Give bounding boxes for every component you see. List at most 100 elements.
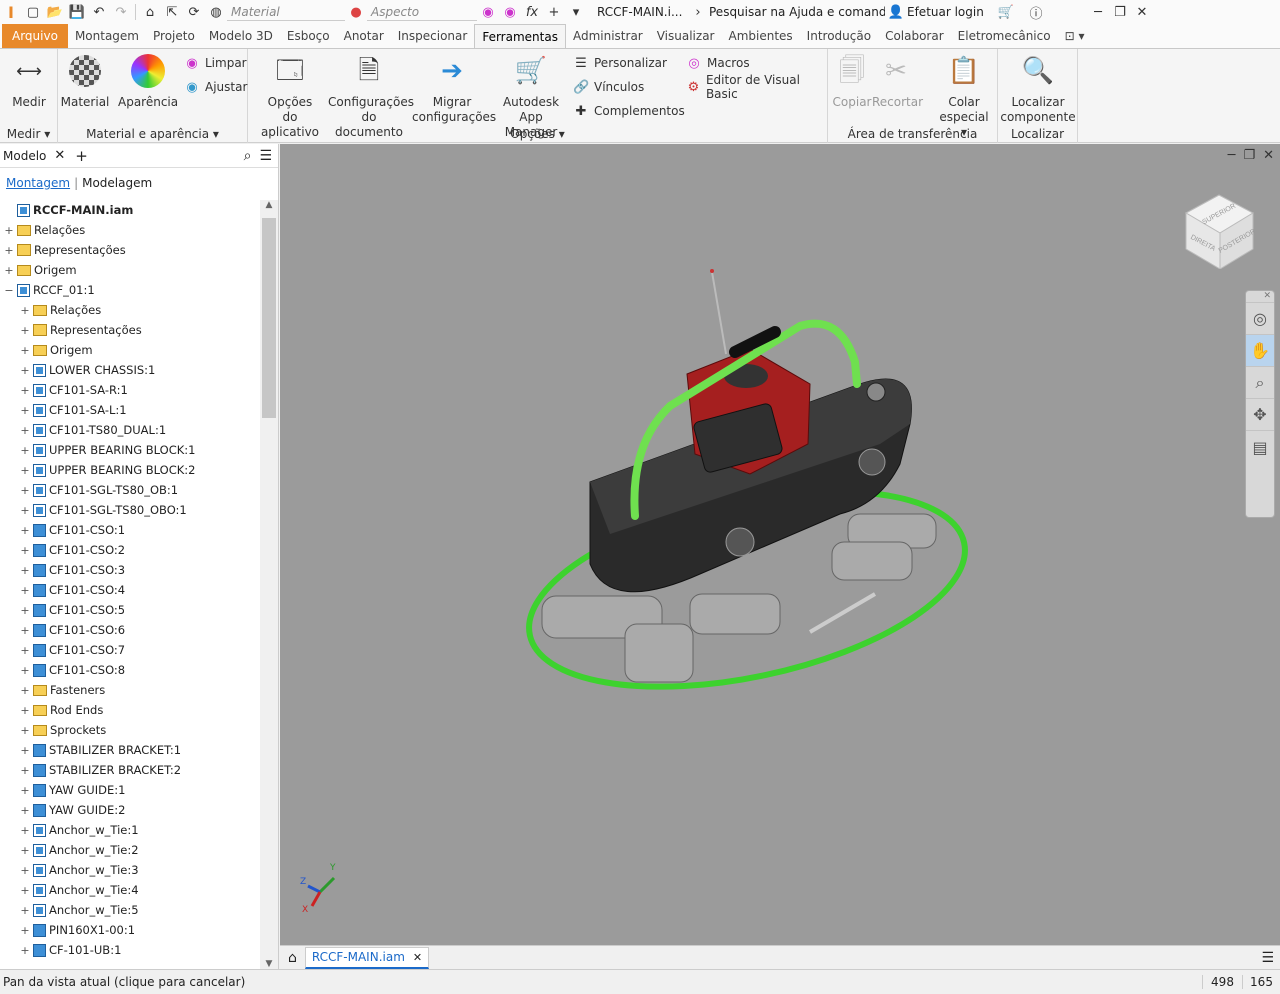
hamburger-icon[interactable]: ☰ [259, 148, 272, 164]
expand-toggle-icon[interactable]: + [20, 844, 30, 857]
qat-menu-icon[interactable]: ▾ [565, 2, 587, 22]
tab-6[interactable]: Inspecionar [391, 24, 475, 48]
cut-button[interactable]: ✂ Recortar [872, 53, 923, 110]
addins-button[interactable]: ✚ Complementos [573, 100, 685, 122]
open-file-icon[interactable]: 📂 [44, 2, 66, 22]
expand-toggle-icon[interactable]: + [20, 564, 30, 577]
expand-toggle-icon[interactable]: + [4, 264, 14, 277]
expand-toggle-icon[interactable]: + [20, 884, 30, 897]
login-link[interactable]: Efetuar login [907, 5, 995, 19]
panel-label-material[interactable]: Material e aparência ▾ [58, 127, 247, 141]
expand-toggle-icon[interactable]: + [20, 324, 30, 337]
clear-appearance-icon[interactable]: ◉ [499, 2, 521, 22]
find-component-button[interactable]: 🔍 Localizar componente [998, 53, 1078, 125]
inventor-logo-icon[interactable]: I [0, 2, 22, 22]
appearance-button[interactable]: Aparência [118, 53, 178, 110]
tab-8[interactable]: Administrar [566, 24, 650, 48]
tree-node[interactable]: + Relações [0, 220, 260, 240]
expand-toggle-icon[interactable]: + [20, 584, 30, 597]
tree-node[interactable]: + YAW GUIDE:1 [0, 780, 260, 800]
expand-toggle-icon[interactable]: + [20, 524, 30, 537]
expand-toggle-icon[interactable]: + [20, 624, 30, 637]
restore-icon[interactable]: ❐ [1109, 2, 1131, 22]
plus-icon[interactable]: + [543, 2, 565, 22]
tree-node[interactable]: + Anchor_w_Tie:5 [0, 900, 260, 920]
ribbon-options-icon[interactable]: ⊡ ▾ [1058, 24, 1092, 48]
undo-icon[interactable]: ↶ [88, 2, 110, 22]
tree-node[interactable]: + CF101-CSO:1 [0, 520, 260, 540]
fx-icon[interactable]: fx [521, 2, 543, 22]
expand-toggle-icon[interactable]: + [20, 304, 30, 317]
expand-toggle-icon[interactable]: + [20, 784, 30, 797]
close-icon[interactable]: ✕ [1131, 2, 1153, 22]
tree-node[interactable]: + YAW GUIDE:2 [0, 800, 260, 820]
appearance-combo[interactable]: Aspecto [367, 3, 477, 21]
material-button[interactable]: Material [60, 53, 110, 110]
search-icon[interactable]: ⌕ [244, 148, 252, 164]
user-icon[interactable]: 👤 [885, 2, 907, 22]
measure-button[interactable]: ⟷ Medir [2, 53, 56, 110]
close-tab-icon[interactable]: ✕ [413, 951, 422, 964]
tree-node[interactable]: + CF101-TS80_DUAL:1 [0, 420, 260, 440]
tree-node[interactable]: + CF101-SGL-TS80_OB:1 [0, 480, 260, 500]
tree-node[interactable]: + CF101-SA-L:1 [0, 400, 260, 420]
tree-node[interactable]: + LOWER CHASSIS:1 [0, 360, 260, 380]
navbar-close-icon[interactable]: ✕ [1246, 291, 1274, 303]
tree-node[interactable]: + Origem [0, 340, 260, 360]
steering-wheel-icon[interactable]: ◎ [1246, 303, 1274, 335]
tree-node[interactable]: + CF-101-UB:1 [0, 940, 260, 960]
tab-1[interactable]: Montagem [68, 24, 146, 48]
expand-toggle-icon[interactable]: + [20, 684, 30, 697]
migrate-settings-button[interactable]: ➔ Migrar configurações [412, 53, 496, 125]
home-icon[interactable]: ⌂ [139, 2, 161, 22]
tree-node[interactable]: + STABILIZER BRACKET:2 [0, 760, 260, 780]
tree-node[interactable]: + UPPER BEARING BLOCK:2 [0, 460, 260, 480]
plus-icon[interactable]: + [75, 147, 88, 165]
tree-node[interactable]: + Representações [0, 240, 260, 260]
new-file-icon[interactable]: ▢ [22, 2, 44, 22]
redo-icon[interactable]: ↷ [110, 2, 132, 22]
tab-menu-icon[interactable]: ☰ [1261, 950, 1274, 966]
material-combo[interactable]: Material [227, 3, 345, 21]
appearance-ball-icon[interactable]: ◍ [205, 2, 227, 22]
expand-toggle-icon[interactable]: + [20, 864, 30, 877]
adjust-button[interactable]: ◉ Ajustar [184, 76, 247, 98]
customize-button[interactable]: ☰ Personalizar [573, 52, 667, 74]
expand-toggle-icon[interactable]: + [20, 544, 30, 557]
tab-10[interactable]: Ambientes [721, 24, 799, 48]
tab-0[interactable]: Arquivo [2, 24, 68, 48]
tree-node[interactable]: + PIN160X1-00:1 [0, 920, 260, 940]
tree-node[interactable]: + STABILIZER BRACKET:1 [0, 740, 260, 760]
expand-toggle-icon[interactable]: + [20, 444, 30, 457]
tree-node[interactable]: + Fasteners [0, 680, 260, 700]
browser-title[interactable]: Modelo [3, 149, 46, 163]
tree-node[interactable]: − RCCF_01:1 [0, 280, 260, 300]
tree-node[interactable]: + CF101-CSO:4 [0, 580, 260, 600]
expand-toggle-icon[interactable]: + [20, 944, 30, 957]
expand-toggle-icon[interactable]: + [20, 504, 30, 517]
expand-toggle-icon[interactable]: + [20, 424, 30, 437]
tab-2[interactable]: Projeto [146, 24, 202, 48]
tree-node[interactable]: + Rod Ends [0, 700, 260, 720]
zoom-window-icon[interactable]: ⌕ [1246, 367, 1274, 399]
expand-toggle-icon[interactable]: + [20, 704, 30, 717]
help-search-input[interactable]: Pesquisar na Ajuda e comandos... [709, 5, 885, 19]
minimize-icon[interactable]: ─ [1087, 2, 1109, 22]
orbit-icon[interactable]: ✥ [1246, 399, 1274, 431]
tab-5[interactable]: Anotar [337, 24, 391, 48]
expand-toggle-icon[interactable]: + [20, 744, 30, 757]
expand-toggle-icon[interactable]: − [4, 284, 14, 297]
expand-toggle-icon[interactable]: + [20, 664, 30, 677]
expand-toggle-icon[interactable]: + [20, 364, 30, 377]
tab-3[interactable]: Modelo 3D [202, 24, 280, 48]
tab-11[interactable]: Introdução [800, 24, 878, 48]
copy-button[interactable]: 🗐 Copiar [830, 53, 874, 110]
select-icon[interactable]: ⇱ [161, 2, 183, 22]
tree-node[interactable]: + Anchor_w_Tie:2 [0, 840, 260, 860]
expand-toggle-icon[interactable]: + [20, 384, 30, 397]
tree-node[interactable]: + Anchor_w_Tie:3 [0, 860, 260, 880]
model-3d[interactable] [280, 144, 1280, 945]
expand-toggle-icon[interactable]: + [20, 764, 30, 777]
look-at-icon[interactable]: ▤ [1246, 431, 1274, 463]
clear-button[interactable]: ◉ Limpar [184, 52, 246, 74]
